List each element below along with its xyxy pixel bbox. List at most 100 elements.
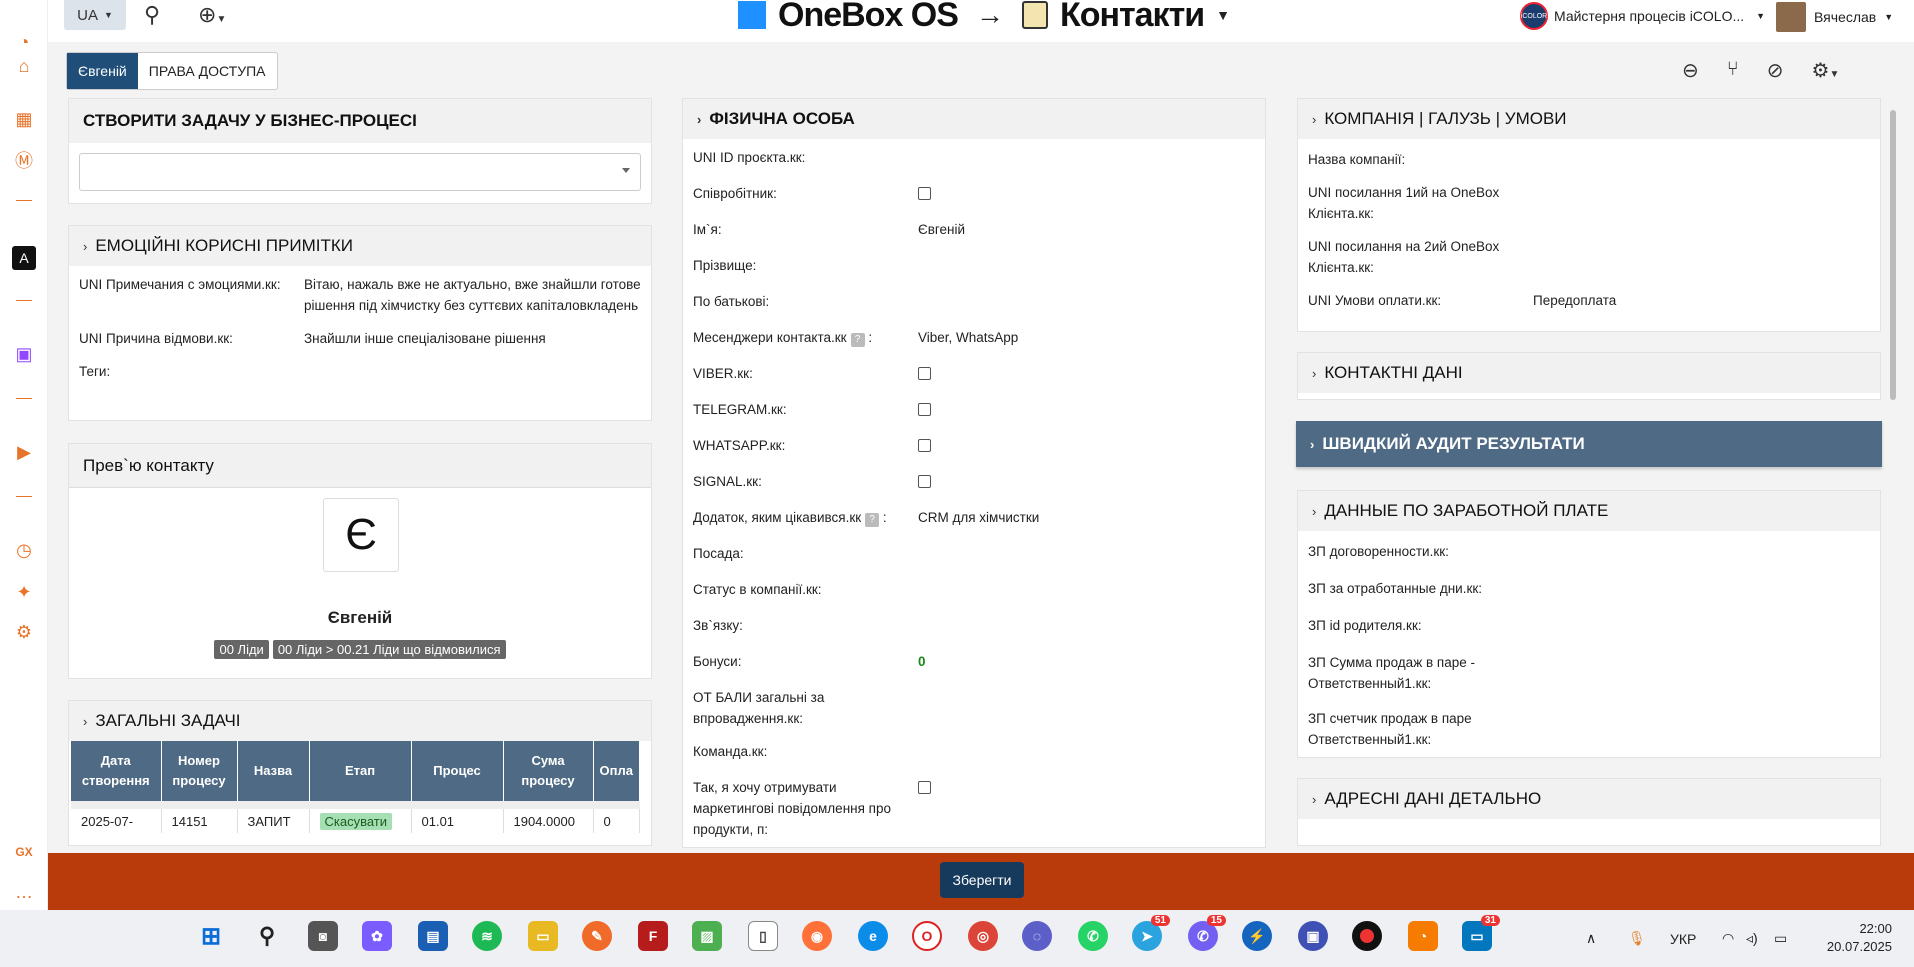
whatsapp-icon[interactable]: ✆ xyxy=(1078,921,1108,951)
column-header[interactable]: Номер процесу xyxy=(161,741,238,805)
m-app-icon[interactable]: Ⓜ xyxy=(12,148,36,172)
workspace-selector[interactable]: iCOLOR Майстерня процесів iCOLO... ▼ xyxy=(1520,2,1765,30)
panel-header[interactable]: › КОНТАКТНІ ДАНІ xyxy=(1298,353,1880,393)
firefox-icon[interactable]: ◉ xyxy=(802,921,832,951)
keyboard-language[interactable]: УКР xyxy=(1670,910,1696,967)
column-header[interactable]: Дата створення xyxy=(71,741,162,805)
field-label-text: Месенджери контакта.кк xyxy=(693,330,847,345)
field-value xyxy=(918,579,1255,603)
gauge-app-icon[interactable]: ◔ xyxy=(1408,921,1438,951)
tab-access-rights[interactable]: ПРАВА ДОСТУПА xyxy=(138,53,277,89)
camera-icon[interactable]: ◙ xyxy=(308,921,338,951)
copilot-icon[interactable]: ✿ xyxy=(362,921,392,951)
field-row: Бонуси: 0 xyxy=(683,645,1265,681)
checkbox[interactable] xyxy=(918,187,931,200)
stage-badge[interactable]: Скасувати xyxy=(319,812,393,830)
panel-header[interactable]: › ЕМОЦІЙНІ КОРИСНІ ПРИМІТКИ xyxy=(69,226,651,266)
contact-preview-panel: Прев`ю контакту Є Євгеній 00 Ліди 00 Лід… xyxy=(68,443,652,679)
checkbox[interactable] xyxy=(918,367,931,380)
status-badge[interactable]: 00 Ліди xyxy=(214,640,269,659)
field-label: Статус в компанії.кк: xyxy=(693,579,918,603)
chevron-up-icon[interactable]: ∧ xyxy=(1586,910,1596,967)
field-value xyxy=(918,147,1255,171)
minimize-icon[interactable]: ⊖ xyxy=(1682,58,1699,83)
document-icon[interactable]: ▯ xyxy=(748,921,778,951)
gamepad-icon[interactable]: ⌂ xyxy=(12,54,36,78)
merge-icon[interactable]: ⑂ xyxy=(1727,58,1739,83)
spotify-icon[interactable]: ≋ xyxy=(472,921,502,951)
column-header[interactable]: Назва xyxy=(237,741,310,805)
layers-icon[interactable]: ▦ xyxy=(12,107,36,131)
pen-icon[interactable]: ✎ xyxy=(582,921,612,951)
help-icon[interactable]: ? xyxy=(865,513,880,527)
windows-start-icon[interactable]: ⊞ xyxy=(196,921,226,951)
clock[interactable]: 22:00 20.07.2025 xyxy=(1822,920,1892,956)
column-header[interactable]: Опла xyxy=(593,741,640,805)
more-icon[interactable]: … xyxy=(12,880,36,904)
checkbox[interactable] xyxy=(918,475,931,488)
microphone-icon[interactable]: 🎙 xyxy=(1628,910,1646,967)
app-f-icon[interactable]: F xyxy=(638,921,668,951)
column-header[interactable]: Сума процесу xyxy=(503,741,594,805)
field-label-text: Прізвище: xyxy=(693,258,757,273)
panel-header[interactable]: › ЗАГАЛЬНІ ЗАДАЧІ xyxy=(69,701,651,741)
audit-panel-header[interactable]: › ШВИДКИЙ АУДИТ РЕЗУЛЬТАТИ xyxy=(1296,421,1882,467)
checkbox[interactable] xyxy=(918,403,931,416)
search-icon[interactable]: ⚲ xyxy=(252,921,282,951)
chrome-icon[interactable]: ◎ xyxy=(968,921,998,951)
box-app-icon[interactable]: ▣ xyxy=(1298,921,1328,951)
chevron-down-icon[interactable]: ▼ xyxy=(1216,7,1230,23)
settings-icon[interactable]: ⚙ xyxy=(12,620,36,644)
language-label: UA xyxy=(77,6,98,24)
save-button[interactable]: Зберегти xyxy=(940,862,1024,898)
search-icon[interactable]: ⚲ xyxy=(144,2,160,28)
panel-header[interactable]: › АДРЕСНІ ДАНІ ДЕТАЛЬНО xyxy=(1298,779,1880,819)
checkbox[interactable] xyxy=(918,781,931,794)
battery-icon[interactable]: ▭ xyxy=(1774,910,1787,967)
opera-icon[interactable]: O xyxy=(912,921,942,951)
edge-icon[interactable]: e xyxy=(858,921,888,951)
messenger-icon[interactable]: ◌ xyxy=(1022,921,1052,951)
open-external-icon[interactable]: ⊘ xyxy=(1767,58,1784,83)
column-header[interactable]: Процес xyxy=(411,741,504,805)
tab-contact[interactable]: Євгеній xyxy=(67,53,138,89)
process-select[interactable] xyxy=(79,153,641,191)
add-icon[interactable]: ⊕▼ xyxy=(198,2,226,28)
history-icon[interactable]: ◷ xyxy=(12,538,36,562)
section-title[interactable]: Контакти xyxy=(1060,0,1205,35)
app-a-icon[interactable]: A xyxy=(12,246,36,270)
bolt-app-icon[interactable]: ⚡ xyxy=(1242,921,1272,951)
gear-icon[interactable]: ⚙▼ xyxy=(1812,58,1840,83)
language-selector[interactable]: UA ▼ xyxy=(64,0,126,30)
image-editor-icon[interactable]: ▨ xyxy=(692,921,722,951)
checkbox[interactable] xyxy=(918,439,931,452)
status-badge[interactable]: 00 Ліди > 00.21 Ліди що відмовилися xyxy=(272,640,506,659)
speed-dial-icon[interactable]: ◔ xyxy=(12,30,36,54)
user-menu[interactable]: Вячеслав ▼ xyxy=(1776,2,1893,32)
help-icon[interactable]: ? xyxy=(850,333,865,347)
table-row[interactable]: 2025-07- 14151 ЗАПИТ Скасувати 01.01 190… xyxy=(71,801,640,833)
store-icon[interactable]: ▤ xyxy=(418,921,448,951)
telegram-icon[interactable]: ➤ 51 xyxy=(1132,915,1170,951)
divider xyxy=(16,398,32,399)
gx-icon[interactable]: GX xyxy=(12,840,36,864)
column-header[interactable]: Етап xyxy=(309,741,412,805)
field-label-text: VIBER.кк: xyxy=(693,366,753,381)
field-row: ЗП Сумма продаж в паре - Ответственный1.… xyxy=(1298,646,1880,700)
folder-icon[interactable]: ▭ xyxy=(528,921,558,951)
panel-header[interactable]: › КОМПАНІЯ | ГАЛУЗЬ | УМОВИ xyxy=(1298,99,1880,139)
player-icon[interactable]: ▶ xyxy=(12,440,36,464)
field-value xyxy=(918,777,1255,840)
twitch-icon[interactable]: ▣ xyxy=(12,342,36,366)
monitor-app-icon[interactable]: ▭ 31 xyxy=(1462,915,1500,951)
chevron-down-icon: ▼ xyxy=(103,10,113,20)
scrollbar-thumb[interactable] xyxy=(1890,110,1896,400)
panel-header[interactable]: › ДАННЫЕ ПО ЗАРАБОТНОЙ ПЛАТЕ xyxy=(1298,491,1880,531)
wifi-icon[interactable]: ◠ xyxy=(1722,910,1734,967)
record-icon[interactable] xyxy=(1352,921,1382,951)
field-value xyxy=(918,687,1255,729)
volume-icon[interactable]: ◃) xyxy=(1746,910,1758,967)
viber-icon[interactable]: ✆ 15 xyxy=(1188,915,1226,951)
panel-header[interactable]: › ФІЗИЧНА ОСОБА xyxy=(683,99,1265,139)
extensions-icon[interactable]: ✦ xyxy=(12,580,36,604)
